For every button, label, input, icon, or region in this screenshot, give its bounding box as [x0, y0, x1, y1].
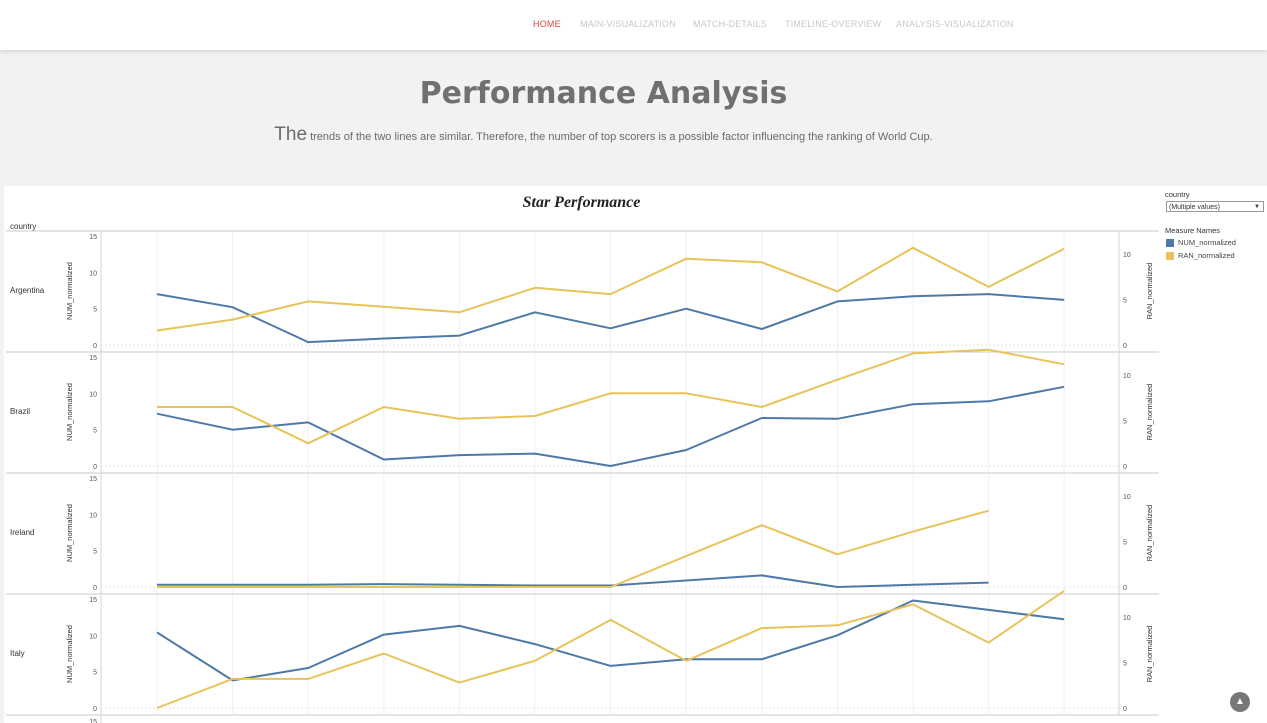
row-label-brazil: Brazil [10, 407, 30, 416]
page-subtitle: The trends of the two lines are similar.… [0, 124, 1207, 146]
legend-title: Measure Names [1165, 226, 1221, 235]
dropdown-arrow-icon: ▼ [1254, 204, 1260, 210]
left-tick-label: 10 [89, 391, 97, 398]
left-tick-label: 10 [89, 270, 97, 277]
right-tick-label: 5 [1123, 661, 1127, 668]
left-tick-label: 15 [89, 719, 97, 723]
filter-value: (Multiple values) [1169, 204, 1220, 211]
right-tick-label: 10 [1123, 494, 1131, 501]
right-axis-title: RAN_normalized [1145, 384, 1154, 441]
right-axis-title: RAN_normalized [1145, 263, 1154, 320]
row-label-italy: Italy [10, 649, 25, 658]
left-tick-label: 5 [93, 307, 97, 314]
right-tick-label: 10 [1123, 373, 1131, 380]
right-tick-label: 10 [1123, 252, 1131, 259]
legend-label-ran: RAN_normalized [1178, 251, 1235, 260]
legend-item-num[interactable]: NUM_normalized [1166, 238, 1236, 248]
nav-match-details-link[interactable]: MATCH-DETAILS [693, 19, 767, 29]
right-tick-label: 5 [1123, 298, 1127, 305]
left-tick-label: 10 [89, 512, 97, 519]
ran-line-ireland [157, 509, 989, 588]
left-tick-label: 15 [89, 234, 97, 241]
legend-label-num: NUM_normalized [1178, 238, 1236, 247]
left-tick-label: 0 [93, 706, 97, 713]
tableau-visualization: Star Performance country Argentina 0 5 10 15… [4, 186, 1267, 723]
left-tick-label: 15 [89, 476, 97, 483]
left-tick-label: 0 [93, 585, 97, 592]
right-tick-label: 5 [1123, 419, 1127, 426]
legend-swatch-ran [1166, 252, 1174, 261]
page-title: Performance Analysis [419, 76, 788, 111]
nav-analysis-visualization-link[interactable]: ANALYSIS-VISUALIZATION [896, 19, 1014, 29]
nav-main-visualization-link[interactable]: MAIN-VISUALIZATION [580, 19, 676, 29]
right-axis-title: RAN_normalized [1145, 626, 1154, 683]
right-tick-label: 5 [1123, 540, 1127, 547]
left-tick-label: 5 [93, 670, 97, 677]
subtitle-lead-word: The [274, 124, 308, 145]
line-chart: Argentina 0 5 10 15 0 5 10 NUM_normalized RAN_nor… [6, 230, 1159, 723]
right-tick-label: 0 [1123, 706, 1127, 713]
chevron-up-icon: ▲ [1235, 696, 1245, 707]
nav-timeline-overview-link[interactable]: TIMELINE-OVERVIEW [785, 19, 881, 29]
row-label-ireland: Ireland [10, 528, 34, 537]
left-tick-label: 0 [93, 464, 97, 471]
left-tick-label: 5 [93, 549, 97, 556]
left-axis-title: NUM_normalized [65, 262, 74, 320]
left-tick-label: 10 [89, 633, 97, 640]
country-filter-select[interactable]: (Multiple values) ▼ [1166, 201, 1264, 212]
right-tick-label: 0 [1123, 343, 1127, 350]
left-axis-title: NUM_normalized [65, 625, 74, 683]
row-label-argentina: Argentina [10, 286, 45, 295]
right-tick-label: 0 [1123, 585, 1127, 592]
left-axis-title: NUM_normalized [65, 383, 74, 441]
legend-item-ran[interactable]: RAN_normalized [1166, 251, 1235, 261]
left-axis-title: NUM_normalized [65, 504, 74, 562]
left-tick-label: 5 [93, 428, 97, 435]
right-tick-label: 10 [1123, 615, 1131, 622]
num-line-ireland [157, 574, 989, 588]
right-tick-label: 0 [1123, 464, 1127, 471]
left-tick-label: 15 [89, 355, 97, 362]
nav-home-link[interactable]: HOME [533, 19, 561, 29]
filter-label: country [1165, 190, 1190, 199]
top-navbar: HOME MAIN-VISUALIZATION MATCH-DETAILS TI… [0, 0, 1267, 50]
left-tick-label: 0 [93, 343, 97, 350]
right-axis-title: RAN_normalized [1145, 505, 1154, 562]
scroll-to-top-button[interactable]: ▲ [1230, 692, 1250, 712]
left-tick-label: 15 [89, 597, 97, 604]
legend-swatch-num [1166, 239, 1174, 248]
subtitle-text: trends of the two lines are similar. The… [307, 131, 933, 143]
